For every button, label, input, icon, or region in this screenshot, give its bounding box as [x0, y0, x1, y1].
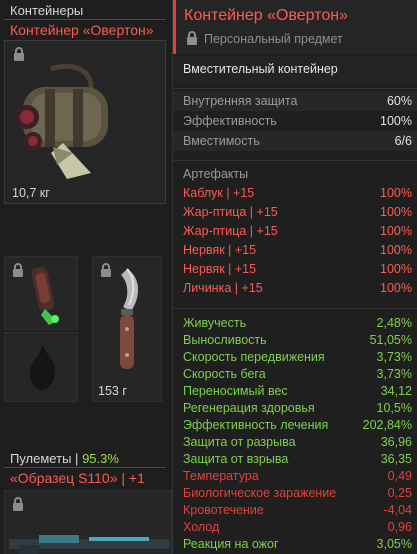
- effect-row: Защита от взрыва 36,35: [183, 452, 412, 466]
- inventory-panel: Контейнеры Контейнер «Овертон» 10,7 кг 1…: [0, 0, 172, 554]
- artifact-placeholder-icon: [29, 345, 55, 390]
- lock-icon: [187, 31, 197, 45]
- weapons-section-title: Пулеметы | 95.3%: [10, 451, 119, 466]
- lock-icon: [13, 263, 23, 277]
- artifacts-block: Артефакты Каблук | +15 100% Жар-птица | …: [173, 160, 417, 298]
- weapon-slot[interactable]: [4, 490, 172, 554]
- effect-row: Температура 0,49: [183, 469, 412, 483]
- machine-gun-item-icon: [9, 535, 169, 554]
- effect-row: Реакция на ожог 3,05%: [183, 537, 412, 551]
- item-tooltip: Контейнер «Овертон» Персональный предмет…: [172, 0, 417, 554]
- base-stats: Внутренняя защита 60% Эффективность 100%…: [173, 88, 417, 151]
- knife-item-icon: [120, 268, 139, 369]
- artifact-row: Личинка | +15 100%: [183, 281, 412, 295]
- effect-row: Кровотечение -4,04: [183, 503, 412, 517]
- tooltip-subtitle: Персональный предмет: [204, 32, 343, 46]
- effect-row: Скорость бега 3,73%: [183, 367, 412, 381]
- container-slot[interactable]: [4, 40, 166, 204]
- section-divider: [4, 19, 166, 20]
- artifact-row: Каблук | +15 100%: [183, 186, 412, 200]
- artifact-slot[interactable]: [4, 256, 78, 330]
- artifact-row: Нервяк | +15 100%: [183, 262, 412, 276]
- lock-icon: [13, 497, 23, 511]
- lock-icon: [14, 47, 24, 61]
- knife-slot[interactable]: [92, 256, 162, 402]
- container-weight: 10,7 кг: [12, 186, 50, 200]
- effect-row: Эффективность лечения 202,84%: [183, 418, 412, 432]
- effect-row: Регенерация здоровья 10,5%: [183, 401, 412, 415]
- effect-row: Холод 0,96: [183, 520, 412, 534]
- section-divider: [4, 467, 166, 468]
- artifact-row: Жар-птица | +15 100%: [183, 224, 412, 238]
- stat-row: Внутренняя защита 60%: [173, 91, 417, 111]
- container-item-icon: [15, 63, 108, 179]
- tooltip-title: Контейнер «Овертон»: [184, 7, 349, 24]
- effect-row: Переносимый вес 34,12: [183, 384, 412, 398]
- equipped-weapon-name[interactable]: «Образец S110» | +1: [10, 470, 145, 486]
- effects-block: Живучесть 2,48% Выносливость 51,05% Скорос…: [173, 308, 417, 553]
- containers-section-title: Контейнеры: [10, 3, 84, 18]
- stat-row: Вместимость 6/6: [173, 131, 417, 151]
- effect-row: Живучесть 2,48%: [183, 316, 412, 330]
- artifacts-label: Артефакты: [183, 167, 249, 181]
- tooltip-header: Контейнер «Овертон» Персональный предмет: [173, 0, 417, 54]
- stat-row: Эффективность 100%: [183, 114, 412, 128]
- equipped-container-name[interactable]: Контейнер «Овертон»: [10, 22, 154, 38]
- effect-row: Защита от разрыва 36,96: [183, 435, 412, 449]
- effect-row: Выносливость 51,05%: [183, 333, 412, 347]
- empty-artifact-slot[interactable]: [4, 332, 78, 402]
- effect-row: Биологическое заражение 0,25: [183, 486, 412, 500]
- artifact-row: Жар-птица | +15 100%: [183, 205, 412, 219]
- effect-row: Скорость передвижения 3,73%: [183, 350, 412, 364]
- item-class: Вместительный контейнер: [173, 56, 417, 84]
- grenade-item-icon: [31, 266, 59, 325]
- knife-weight: 153 г: [98, 384, 127, 398]
- artifact-row: Нервяк | +15 100%: [183, 243, 412, 257]
